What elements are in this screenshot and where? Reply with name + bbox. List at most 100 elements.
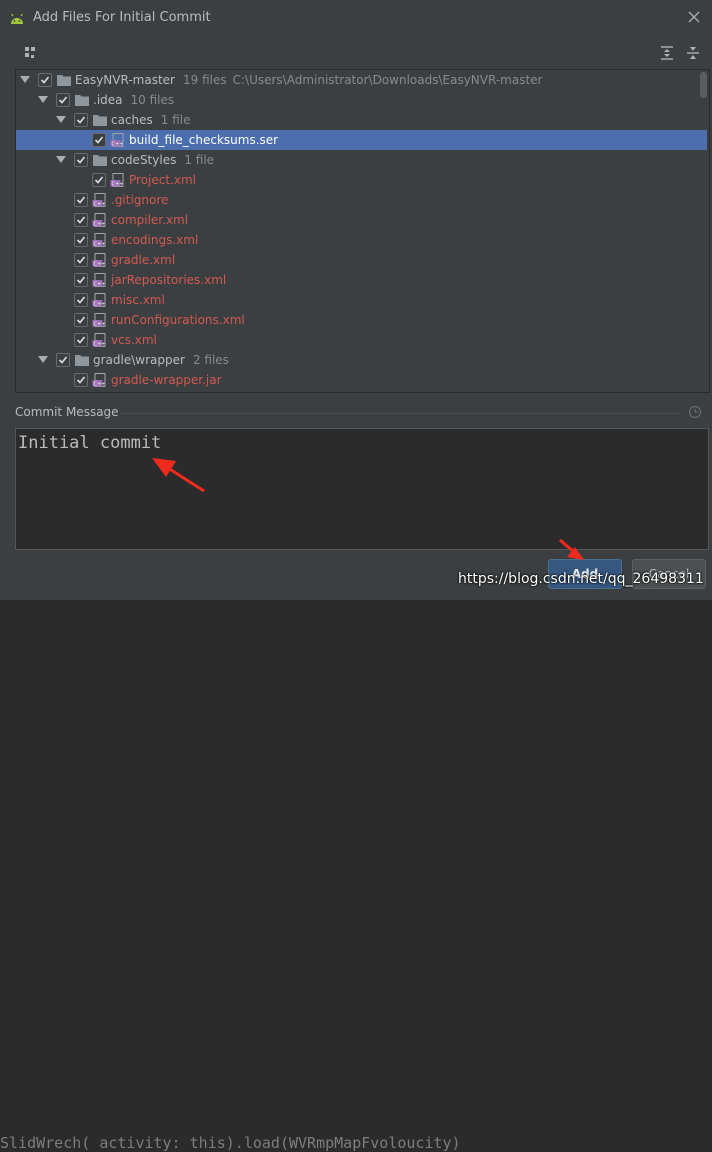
expand-arrow-icon[interactable] <box>38 356 48 363</box>
svg-text:C++: C++ <box>112 142 124 148</box>
svg-text:C++: C++ <box>94 242 106 248</box>
tree-file-row[interactable]: C++ build_file_checksums.ser <box>16 130 707 150</box>
tree-item-name: gradle-wrapper.jar <box>111 373 222 387</box>
tree-item-name: gradle\wrapper <box>93 353 185 367</box>
folder-path: C:\Users\Administrator\Downloads\EasyNVR… <box>232 73 543 87</box>
tree-item-name: compiler.xml <box>111 213 189 227</box>
tree-item-label: misc.xml <box>111 290 165 310</box>
expand-arrow-icon[interactable] <box>56 156 66 163</box>
svg-text:C++: C++ <box>94 282 106 288</box>
file-icon: C++ <box>92 253 106 268</box>
tree-item-label: compiler.xml <box>111 210 188 230</box>
tree-file-row[interactable]: C++ runConfigurations.xml <box>16 310 707 330</box>
collapse-all-icon[interactable] <box>684 44 702 62</box>
expand-arrow-icon[interactable] <box>56 116 66 123</box>
history-icon[interactable] <box>688 405 702 419</box>
checkbox[interactable] <box>74 313 88 327</box>
checkbox[interactable] <box>56 353 70 367</box>
tree-item-name: gradle.xml <box>111 253 176 267</box>
file-count: 1 file <box>184 153 215 167</box>
file-icon: C++ <box>92 273 106 288</box>
checkbox[interactable] <box>38 73 52 87</box>
file-icon: C++ <box>110 133 124 148</box>
file-icon: C++ <box>92 373 106 388</box>
android-icon <box>11 13 23 24</box>
tree-item-label: .gitignore <box>111 190 168 210</box>
svg-text:C++: C++ <box>94 262 106 268</box>
folder-icon <box>75 95 89 106</box>
tree-item-label: jarRepositories.xml <box>111 270 226 290</box>
tree-toolbar <box>0 40 712 66</box>
tree-file-row[interactable]: C++ misc.xml <box>16 290 707 310</box>
file-count: 1 file <box>160 113 191 127</box>
checkbox[interactable] <box>74 193 88 207</box>
checkbox[interactable] <box>74 233 88 247</box>
file-icon: C++ <box>92 313 106 328</box>
file-count: 19 files <box>182 73 227 87</box>
file-icon: C++ <box>92 193 106 208</box>
checkbox[interactable] <box>56 93 70 107</box>
folder-icon <box>93 115 107 126</box>
tree-item-label: codeStyles 1 file <box>111 150 214 170</box>
tree-file-row[interactable]: C++ encodings.xml <box>16 230 707 250</box>
commit-message-text[interactable]: Initial commit <box>18 433 161 453</box>
checkbox[interactable] <box>74 213 88 227</box>
dialog-title: Add Files For Initial Commit <box>33 10 211 25</box>
tree-file-row[interactable]: C++ jarRepositories.xml <box>16 270 707 290</box>
tree-item-label: EasyNVR-master 19 files C:\Users\Administr… <box>75 70 542 90</box>
expand-arrow-icon[interactable] <box>20 76 30 83</box>
tree-file-row[interactable]: C++ .gitignore <box>16 190 707 210</box>
tree-item-name: encodings.xml <box>111 233 199 247</box>
changes-tree[interactable]: EasyNVR-master 19 files C:\Users\Administr… <box>15 69 710 393</box>
svg-text:C++: C++ <box>94 302 106 308</box>
checkbox[interactable] <box>74 293 88 307</box>
expand-arrow-icon[interactable] <box>38 96 48 103</box>
svg-text:C++: C++ <box>94 382 106 388</box>
checkbox[interactable] <box>74 333 88 347</box>
tree-item-label: .idea 10 files <box>93 90 174 110</box>
checkbox[interactable] <box>74 273 88 287</box>
tree-file-row[interactable]: C++ vcs.xml <box>16 330 707 350</box>
tree-folder-row[interactable]: EasyNVR-master 19 files C:\Users\Administr… <box>16 70 707 90</box>
background-code-text: SlidWrech( activity: this).load(WVRmpMap… <box>0 1134 461 1152</box>
tree-scrollbar[interactable] <box>700 72 707 98</box>
checkbox[interactable] <box>74 253 88 267</box>
svg-text:C++: C++ <box>94 322 106 328</box>
commit-message-label: Commit Message <box>15 405 119 419</box>
tree-folder-row[interactable]: codeStyles 1 file <box>16 150 707 170</box>
title-bar: Add Files For Initial Commit <box>0 0 712 36</box>
checkbox[interactable] <box>92 133 106 147</box>
tree-item-name: vcs.xml <box>111 333 157 347</box>
tree-folder-row[interactable]: .idea 10 files <box>16 90 707 110</box>
checkbox[interactable] <box>74 373 88 387</box>
expand-all-icon[interactable] <box>658 44 676 62</box>
tree-item-name: EasyNVR-master <box>75 73 175 87</box>
close-icon[interactable] <box>686 9 702 25</box>
file-icon: C++ <box>92 213 106 227</box>
tree-item-name: build_file_checksums.ser <box>129 133 279 147</box>
tree-item-name: runConfigurations.xml <box>111 313 245 327</box>
tree-item-name: jarRepositories.xml <box>111 273 227 287</box>
svg-text:C++: C++ <box>94 202 106 208</box>
commit-message-input[interactable]: Initial commit <box>15 428 709 550</box>
tree-item-label: runConfigurations.xml <box>111 310 245 330</box>
tree-item-label: vcs.xml <box>111 330 157 350</box>
separator <box>120 413 680 414</box>
tree-file-row[interactable]: C++ Project.xml <box>16 170 707 190</box>
tree-folder-row[interactable]: gradle\wrapper 2 files <box>16 350 707 370</box>
tree-file-row[interactable]: C++ gradle.xml <box>16 250 707 270</box>
tree-file-row[interactable]: C++ gradle-wrapper.jar <box>16 370 707 390</box>
folder-icon <box>57 75 71 86</box>
file-icon: C++ <box>92 293 106 308</box>
checkbox[interactable] <box>92 173 106 187</box>
checkbox[interactable] <box>74 153 88 167</box>
tree-item-label: caches 1 file <box>111 110 191 130</box>
tree-item-name: caches <box>111 113 153 127</box>
group-by-icon[interactable] <box>22 44 40 62</box>
folder-icon <box>75 355 89 366</box>
svg-text:C++: C++ <box>94 342 106 348</box>
tree-item-name: Project.xml <box>129 173 196 187</box>
checkbox[interactable] <box>74 113 88 127</box>
tree-file-row[interactable]: C++ compiler.xml <box>16 210 707 230</box>
tree-folder-row[interactable]: caches 1 file <box>16 110 707 130</box>
